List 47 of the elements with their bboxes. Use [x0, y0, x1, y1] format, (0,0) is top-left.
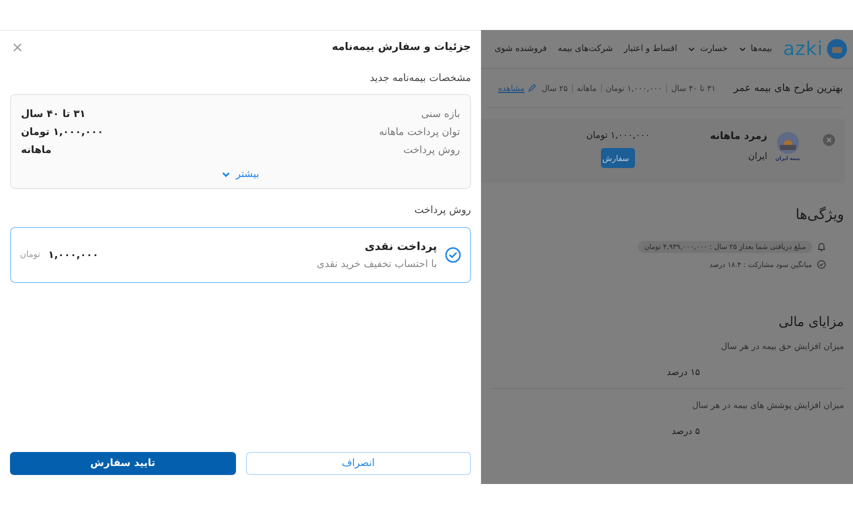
- section-heading: ویژگی‌ها: [794, 207, 844, 223]
- filter-value: ۲۵ سال: [542, 84, 568, 92]
- company-name: ایران: [747, 152, 768, 162]
- caret-icon: [738, 46, 746, 52]
- spec-value: ۱,۰۰۰,۰۰۰ تومان: [21, 127, 104, 138]
- drawer-title: جزئیات و سفارش بیمه‌نامه: [332, 41, 471, 53]
- payment-option[interactable]: پرداخت نقدی با احتساب تخفیف خرید نقدی ۱,۰۰۰,۰۰۰ تومان: [10, 227, 471, 283]
- benefit-value: ۱۵ درصد: [666, 368, 700, 378]
- option-title: پرداخت نقدی: [364, 240, 437, 253]
- section-heading: مزایای مالی: [778, 315, 844, 330]
- page-heading: بهترین طرح های بیمه عمر: [734, 82, 843, 94]
- option-subtitle: با احتساب تخفیف خرید نقدی: [316, 259, 437, 270]
- nav-item[interactable]: خسارت: [688, 44, 728, 54]
- benefit-label: میزان افزایش حق بیمه در هر سال: [720, 342, 844, 352]
- spec-label: توان پرداخت ماهانه: [379, 127, 460, 138]
- section-title: روش پرداخت: [413, 205, 471, 216]
- plan-price: ۱,۰۰۰,۰۰۰ تومان: [586, 131, 650, 141]
- check-circle-icon: [445, 247, 461, 263]
- spec-label: بازه سنی: [421, 109, 460, 120]
- option-amount: ۱,۰۰۰,۰۰۰: [48, 250, 98, 260]
- filter-value: ۱,۰۰۰,۰۰۰ تومان: [606, 84, 662, 92]
- nav-item[interactable]: فروشنده شوی: [494, 44, 547, 54]
- check-circle-icon: [817, 260, 826, 269]
- nav-item[interactable]: بیمه‌ها: [738, 44, 772, 54]
- more-link[interactable]: بیشتر: [222, 169, 260, 180]
- filter-value: ۳۱ تا ۴۰ سال: [671, 84, 716, 92]
- currency-label: تومان: [20, 250, 40, 260]
- spec-value: ماهانه: [21, 145, 52, 156]
- nav-item[interactable]: اقساط و اعتبار: [624, 44, 678, 54]
- close-circle-icon[interactable]: [823, 134, 835, 146]
- section-title: مشخصات بیمه‌نامه جدید: [368, 73, 471, 84]
- plan-name: زمرد ماهانه: [710, 131, 768, 142]
- sun-emblem-icon: [776, 131, 800, 155]
- chevron-down-icon: [222, 172, 230, 178]
- order-button[interactable]: سفارش: [601, 148, 636, 168]
- bell-icon: [817, 242, 826, 252]
- spec-value: ۳۱ تا ۴۰ سال: [21, 109, 86, 120]
- pencil-icon: [528, 84, 536, 92]
- cancel-button[interactable]: انصراف: [246, 452, 471, 475]
- filter-value: ماهانه: [576, 84, 597, 92]
- spec-label: روش پرداخت: [403, 145, 460, 156]
- benefit-value: ۵ درصد: [670, 427, 700, 437]
- nav-item[interactable]: شرکت‌های بیمه: [558, 44, 613, 54]
- confirm-order-button[interactable]: تایید سفارش: [10, 452, 236, 475]
- caret-icon: [688, 46, 696, 52]
- benefit-label: میزان افزایش پوشش های بیمه در هر سال: [691, 401, 844, 411]
- close-icon[interactable]: [13, 42, 22, 52]
